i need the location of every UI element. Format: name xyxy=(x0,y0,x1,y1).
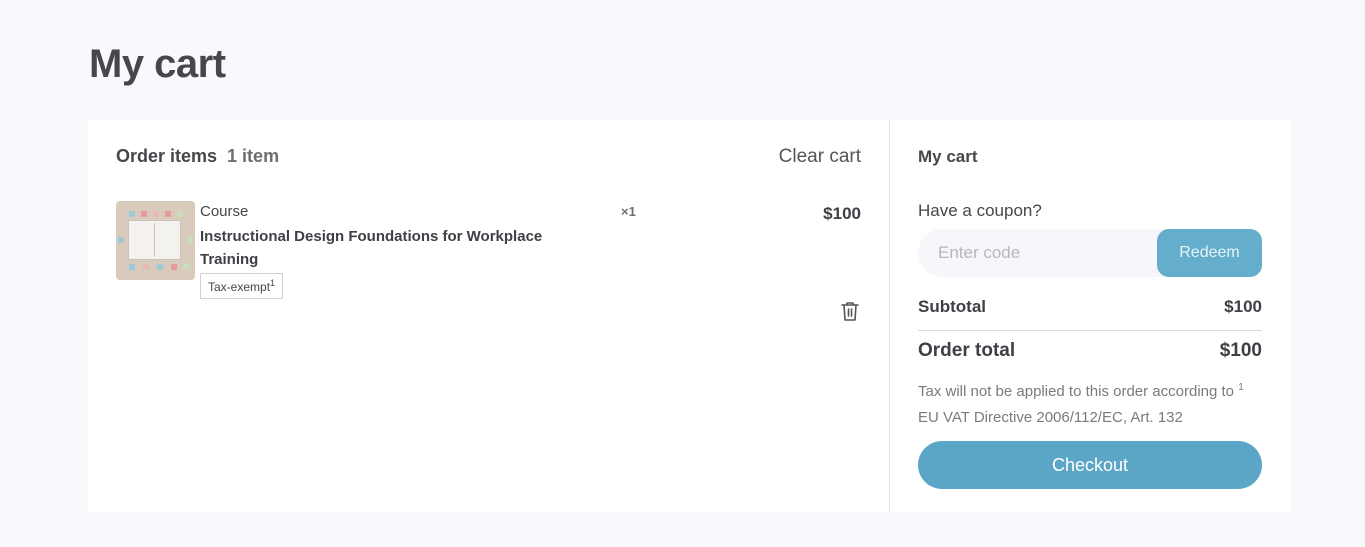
order-total-value: $100 xyxy=(1219,340,1262,361)
tax-note-footnote: 1 xyxy=(1238,382,1244,393)
order-items-count: 1 item xyxy=(227,146,280,166)
redeem-button[interactable]: Redeem xyxy=(1157,229,1262,277)
tax-note: Tax will not be applied to this order ac… xyxy=(918,375,1262,431)
thumbnail-dot xyxy=(153,211,159,217)
checkout-button[interactable]: Checkout xyxy=(918,441,1262,489)
tax-exempt-badge: Tax-exempt1 xyxy=(200,273,284,299)
thumbnail-dot xyxy=(183,264,189,270)
tax-note-suffix: EU VAT Directive 2006/112/EC, Art. 132 xyxy=(918,409,1183,426)
coupon-row: Redeem xyxy=(918,229,1262,277)
order-total-row: Order total $100 xyxy=(918,340,1262,362)
tax-note-prefix: Tax will not be applied to this order ac… xyxy=(918,383,1235,400)
thumbnail-notebook xyxy=(128,220,181,260)
summary-title: My cart xyxy=(918,147,978,166)
thumbnail-dot xyxy=(171,264,177,270)
clear-cart-button[interactable]: Clear cart xyxy=(779,146,861,168)
page-title: My cart xyxy=(89,42,226,86)
order-items-header: Order items 1 item xyxy=(116,146,279,167)
trash-icon[interactable] xyxy=(840,300,860,322)
cart-summary-panel: My cart Have a coupon? Redeem Subtotal $… xyxy=(890,120,1291,512)
thumbnail-dot xyxy=(165,211,171,217)
subtotal-row: Subtotal $100 xyxy=(918,297,1262,317)
subtotal-value: $100 xyxy=(1224,297,1262,316)
coupon-code-input[interactable] xyxy=(918,229,1158,277)
thumbnail-dot xyxy=(157,264,163,270)
order-total-label: Order total xyxy=(918,340,1016,361)
summary-divider xyxy=(918,330,1262,331)
order-items-panel: Order items 1 item Clear cart Course Inst… xyxy=(88,120,890,512)
subtotal-label: Subtotal xyxy=(918,297,986,316)
item-name: Instructional Design Foundations for Wor… xyxy=(200,228,543,268)
thumbnail-dot xyxy=(143,264,149,270)
order-items-label: Order items xyxy=(116,146,218,166)
thumbnail-dot xyxy=(141,211,147,217)
coupon-label: Have a coupon? xyxy=(918,201,1042,220)
thumbnail-dot xyxy=(129,264,135,270)
thumbnail-dot xyxy=(177,211,183,217)
course-thumbnail xyxy=(116,201,195,280)
tax-exempt-label: Tax-exempt xyxy=(208,280,271,294)
tax-footnote-marker: 1 xyxy=(270,278,276,288)
thumbnail-dot xyxy=(118,237,124,243)
item-price: $100 xyxy=(823,204,861,223)
cart-container: Order items 1 item Clear cart Course Inst… xyxy=(88,120,1291,512)
item-quantity: ×1 xyxy=(621,204,636,219)
thumbnail-dot xyxy=(129,211,135,217)
item-kind: Course xyxy=(200,203,249,220)
thumbnail-dot xyxy=(187,237,193,243)
